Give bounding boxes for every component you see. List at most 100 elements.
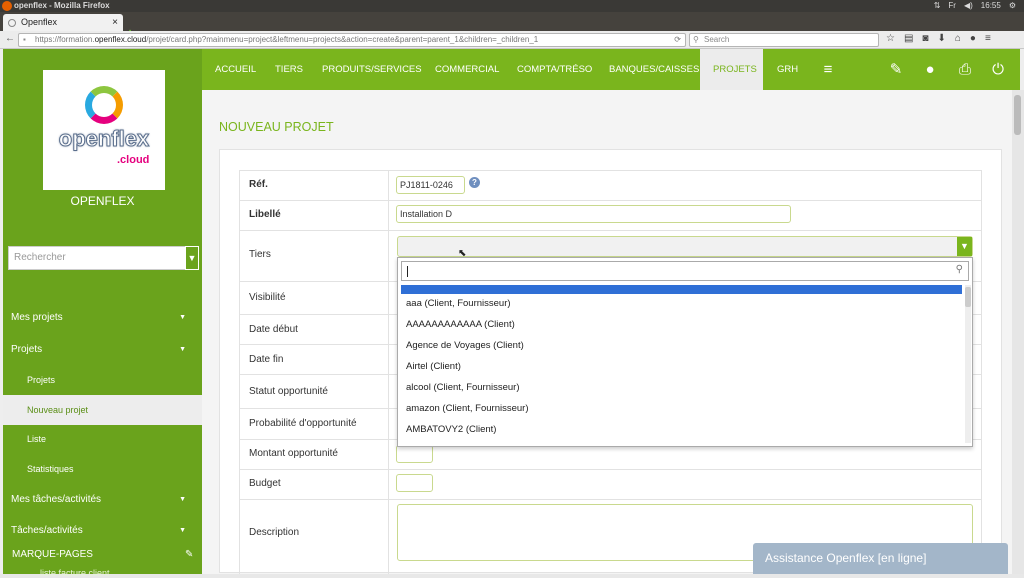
- sidebar-item-nouveau-projet[interactable]: Nouveau projet: [3, 395, 202, 425]
- lock-icon: ▪: [23, 35, 26, 44]
- row-divider: [388, 470, 389, 499]
- libelle-input[interactable]: Installation D: [396, 205, 791, 223]
- system-title-bar: openflex - Mozilla Firefox ⇅ Fr ◀) 16:55…: [0, 0, 1024, 12]
- menu-banques-caisses[interactable]: BANQUES/CAISSES: [609, 49, 699, 90]
- sidebar: openflex .cloud OPENFLEX Rechercher ▼ Me…: [3, 49, 202, 574]
- browser-toolbar: ☆ ▤ ◙ ⬇ ⌂ ● ≡: [886, 33, 991, 44]
- power-settings-icon[interactable]: ⚙: [1009, 0, 1016, 12]
- row-divider: [388, 345, 389, 374]
- chat-icon[interactable]: ●: [970, 33, 976, 44]
- menu-produits-services[interactable]: PRODUITS/SERVICES: [322, 49, 422, 90]
- row-divider: [388, 282, 389, 314]
- reading-list-icon[interactable]: ▤: [904, 33, 913, 44]
- list-item[interactable]: amazon (Client, Fournisseur): [406, 403, 529, 414]
- chat-assistance-button[interactable]: Assistance Openflex [en ligne]: [753, 543, 1008, 574]
- browser-search-input[interactable]: ⚲ Search: [689, 33, 879, 47]
- sidebar-item-mes-projets[interactable]: Mes projets ▼: [3, 303, 202, 333]
- sidebar-item-projets-sub[interactable]: Projets: [3, 365, 202, 395]
- caret-down-icon: ▼: [179, 496, 186, 503]
- page-scrollbar-thumb[interactable]: [1014, 95, 1021, 135]
- budget-label: Budget: [249, 478, 281, 489]
- row-divider: [388, 409, 389, 439]
- tab-close-icon[interactable]: ×: [112, 14, 118, 31]
- back-icon[interactable]: ←: [5, 33, 15, 44]
- list-item[interactable]: aaa (Client, Fournisseur): [406, 298, 511, 309]
- help-icon[interactable]: ?: [469, 177, 480, 188]
- palette-icon[interactable]: ✎: [884, 49, 908, 90]
- sidebar-item-taches[interactable]: Tâches/activités ▼: [3, 516, 202, 546]
- montant-input[interactable]: [396, 445, 433, 463]
- description-label: Description: [249, 527, 300, 538]
- logout-icon[interactable]: ⏻: [986, 49, 1010, 90]
- sidebar-item-projets[interactable]: Projets ▼: [3, 335, 202, 365]
- navigation-bar: ← ▪ https://formation.openflex.cloud/pro…: [0, 31, 1024, 49]
- sidebar-item-statistiques[interactable]: Statistiques: [3, 454, 202, 484]
- network-icon[interactable]: ⇅: [934, 0, 941, 12]
- user-icon[interactable]: ●: [918, 49, 942, 90]
- sidebar-item-label: Nouveau projet: [27, 405, 89, 415]
- menu-compta-treso[interactable]: COMPTA/TRÉSO: [517, 49, 592, 90]
- menu-accueil[interactable]: ACCUEIL: [215, 49, 256, 90]
- sidebar-search-input[interactable]: Rechercher: [8, 246, 188, 270]
- download-icon[interactable]: ⬇: [937, 33, 945, 44]
- list-item[interactable]: Agence de Voyages (Client): [406, 340, 524, 351]
- tab-favicon-icon: [8, 19, 16, 27]
- sidebar-item-label: Liste: [27, 434, 47, 444]
- page-scrollbar[interactable]: [1012, 90, 1024, 574]
- window-title: openflex - Mozilla Firefox: [14, 1, 110, 10]
- volume-icon[interactable]: ◀): [964, 0, 973, 12]
- row-divider: [388, 500, 389, 574]
- row-divider: [388, 315, 389, 344]
- firefox-icon: [2, 1, 12, 11]
- reload-icon[interactable]: ⟳: [674, 34, 681, 46]
- dropdown-search-input[interactable]: ⚲: [401, 261, 969, 281]
- libelle-label: Libellé: [249, 209, 281, 220]
- sidebar-item-mes-taches[interactable]: Mes tâches/activités ▼: [3, 485, 202, 515]
- hamburger-menu-icon[interactable]: ≡: [816, 49, 840, 90]
- sidebar-item-label: Statistiques: [27, 464, 74, 474]
- keyboard-layout[interactable]: Fr: [948, 0, 956, 12]
- pocket-icon[interactable]: ◙: [922, 33, 928, 44]
- ref-input[interactable]: PJ1811-0246: [396, 176, 465, 194]
- home-icon[interactable]: ⌂: [955, 33, 961, 44]
- list-item[interactable]: alcool (Client, Fournisseur): [406, 382, 520, 393]
- list-item[interactable]: Airtel (Client): [406, 361, 461, 372]
- bookmark-add-icon[interactable]: ✎: [185, 549, 193, 560]
- sidebar-item-liste[interactable]: Liste: [3, 424, 202, 454]
- menu-grh[interactable]: GRH: [777, 49, 798, 90]
- tab-title: Openflex: [21, 17, 58, 27]
- caret-down-icon: ▼: [179, 527, 186, 534]
- caret-down-icon: ▼: [179, 346, 186, 353]
- chevron-down-icon[interactable]: ▼: [957, 237, 972, 256]
- dropdown-scrollbar[interactable]: [965, 285, 971, 443]
- row-divider: [388, 231, 389, 281]
- tiers-select[interactable]: ▼: [397, 236, 973, 257]
- row-divider: [388, 171, 389, 200]
- search-icon: ⚲: [693, 35, 699, 44]
- print-icon[interactable]: ⎙: [953, 49, 977, 90]
- probabilite-label: Probabilité d'opportunité: [249, 418, 357, 429]
- logo-cloud: .cloud: [117, 154, 150, 166]
- menu-icon[interactable]: ≡: [985, 33, 991, 44]
- date-fin-label: Date fin: [249, 354, 284, 365]
- url-bar[interactable]: ▪ https://formation.openflex.cloud/proje…: [18, 33, 686, 47]
- statut-label: Statut opportunité: [249, 386, 328, 397]
- logo-word: openflex: [58, 126, 150, 152]
- tab-openflex[interactable]: Openflex ×: [3, 14, 123, 31]
- menu-tiers[interactable]: TIERS: [275, 49, 303, 90]
- openflex-logo[interactable]: openflex .cloud: [43, 70, 165, 190]
- list-item-highlighted[interactable]: [401, 285, 962, 294]
- bookmark-item[interactable]: liste facture client: [40, 568, 110, 578]
- row-ref: Réf.: [239, 170, 982, 200]
- list-item[interactable]: AMBATOVY2 (Client): [406, 424, 496, 435]
- text-caret: [407, 266, 408, 277]
- list-item[interactable]: AAAAAAAAAAAA (Client): [406, 319, 515, 330]
- dropdown-scrollbar-thumb[interactable]: [965, 287, 971, 307]
- menu-projets[interactable]: PROJETS: [700, 49, 763, 90]
- menu-commercial[interactable]: COMMERCIAL: [435, 49, 499, 90]
- budget-input[interactable]: [396, 474, 433, 492]
- bookmark-star-icon[interactable]: ☆: [886, 33, 895, 44]
- clock[interactable]: 16:55: [981, 0, 1001, 12]
- sidebar-item-label: Mes projets: [11, 312, 63, 323]
- chevron-down-icon[interactable]: ▼: [185, 246, 199, 270]
